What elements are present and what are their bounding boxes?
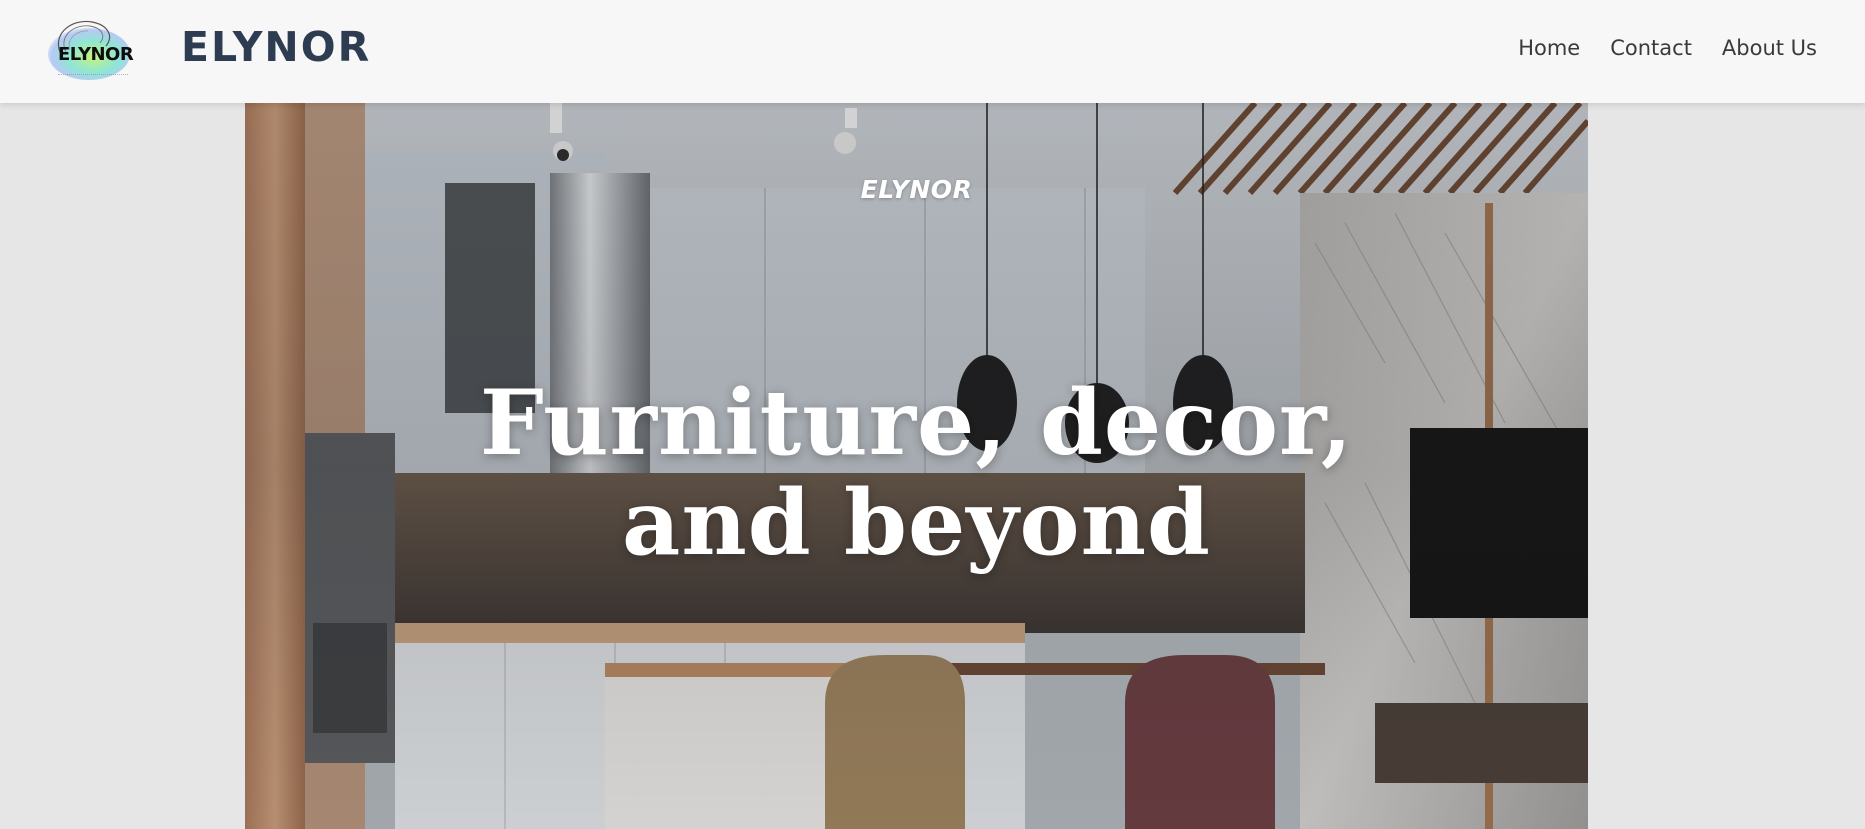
hero-brand: ELYNOR	[860, 175, 973, 204]
logo[interactable]: ELYNOR	[38, 14, 142, 86]
hero-title-line-1: Furniture, decor,	[479, 370, 1354, 476]
hero-title-line-2: and beyond	[622, 470, 1211, 576]
hero-banner: ELYNOR Furniture, decor, and beyond	[245, 103, 1588, 829]
logo-text: ELYNOR	[58, 44, 134, 65]
nav-home-link[interactable]: Home	[1518, 38, 1580, 59]
site-header: ELYNOR ELYNOR Home Contact About Us	[0, 0, 1865, 103]
brand-name[interactable]: ELYNOR	[181, 27, 371, 68]
hero-title: Furniture, decor, and beyond	[245, 373, 1588, 573]
nav-contact-link[interactable]: Contact	[1610, 38, 1692, 59]
logo-tagline-line	[58, 74, 128, 77]
nav-about-link[interactable]: About Us	[1722, 38, 1817, 59]
main-nav: Home Contact About Us	[1518, 38, 1817, 59]
